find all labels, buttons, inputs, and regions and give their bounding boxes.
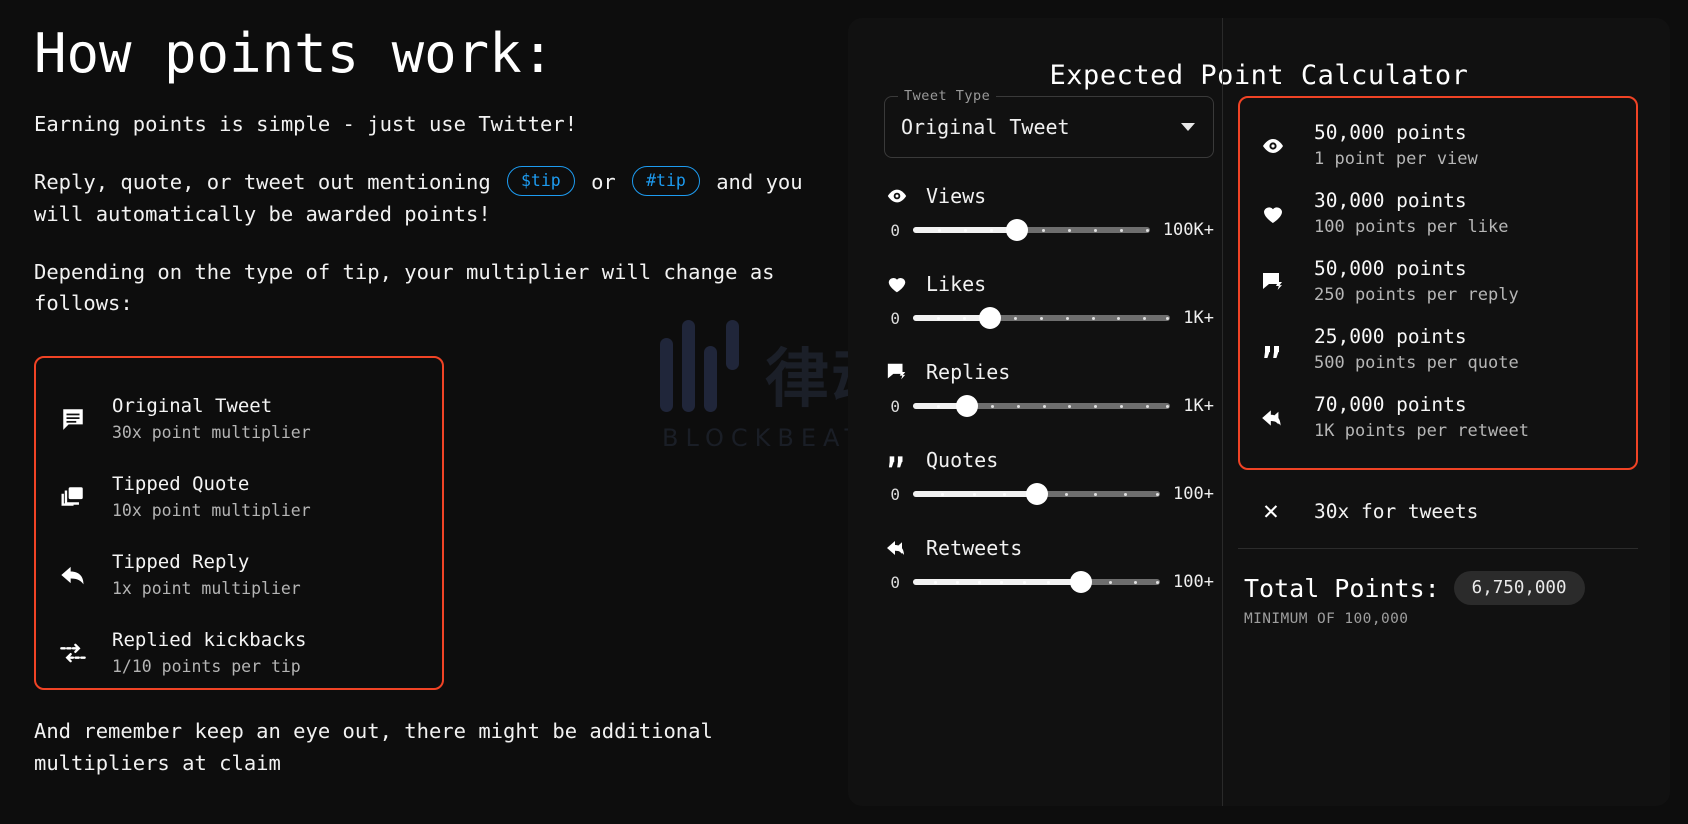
multiplier-row-tipped-quote: Tipped Quote 10x point multiplier <box>56 458 424 536</box>
multiplier-title: Original Tweet <box>112 394 273 417</box>
multiplier-subtitle: 1/10 points per tip <box>112 657 301 677</box>
calculator-panel: Expected Point Calculator Tweet Type Ori… <box>848 18 1670 806</box>
results-column: 50,000 points 1 point per view 30,000 po… <box>1238 96 1638 627</box>
slider-thumb[interactable] <box>1069 571 1092 593</box>
multiplier-subtitle: 1x point multiplier <box>112 579 301 599</box>
slider-min-value: 0 <box>890 572 900 592</box>
slider-track[interactable] <box>913 307 1171 329</box>
slider-max-value: 100+ <box>1173 484 1214 504</box>
multiplier-row-tipped-reply: Tipped Reply 1x point multiplier <box>56 536 424 614</box>
slider-views: Views 0 100K+ <box>884 184 1214 241</box>
slider-max-value: 100+ <box>1173 572 1214 592</box>
retweet-icon <box>1256 405 1290 431</box>
result-rate: 1 point per view <box>1314 149 1478 170</box>
eye-icon <box>884 185 910 207</box>
minimum-note: MINIMUM OF 100,000 <box>1244 611 1409 627</box>
slider-min-value: 0 <box>890 396 900 416</box>
tweet-type-value: Original Tweet <box>901 115 1070 139</box>
slider-min-value: 0 <box>890 484 900 504</box>
result-points: 50,000 points <box>1314 121 1467 145</box>
multiplier-intro-paragraph: Depending on the type of tip, your multi… <box>34 259 775 316</box>
slider-label: Likes <box>926 272 987 296</box>
retweet-icon <box>884 536 910 560</box>
sliders-column: Tweet Type Original Tweet Views 0 100K+ … <box>884 88 1214 624</box>
multiplier-card: Original Tweet 30x point multiplier Tipp… <box>34 356 444 690</box>
result-row-retweets: 70,000 points 1K points per retweet <box>1256 384 1622 452</box>
slider-retweets: Retweets 0 100+ <box>884 536 1214 593</box>
slider-track[interactable] <box>913 219 1150 241</box>
total-points-label: Total Points: <box>1244 573 1440 603</box>
result-points: 30,000 points <box>1314 189 1467 213</box>
reply-box-icon <box>1256 270 1290 294</box>
kickback-arrow-icon <box>56 639 90 667</box>
message-icon <box>56 406 90 432</box>
dollar-tip-chip[interactable]: $tip <box>507 166 575 197</box>
tweet-type-select[interactable]: Tweet Type Original Tweet <box>884 88 1214 158</box>
reply-arrow-icon <box>56 561 90 589</box>
app-root: 律动 BLOCKBEATS How points work: Earning p… <box>0 0 1688 824</box>
result-row-quotes: 25,000 points 500 points per quote <box>1256 316 1622 384</box>
slider-thumb[interactable] <box>1025 483 1048 505</box>
quote-icon <box>1256 338 1290 362</box>
multiplier-summary-text: 30x for tweets <box>1314 499 1479 523</box>
result-row-views: 50,000 points 1 point per view <box>1256 112 1622 180</box>
multiplier-title: Tipped Quote <box>112 472 250 495</box>
slider-replies: Replies 0 1K+ <box>884 360 1214 417</box>
result-rate: 500 points per quote <box>1314 353 1519 374</box>
slider-label: Quotes <box>926 448 999 472</box>
result-points: 70,000 points <box>1314 393 1467 417</box>
chevron-down-icon[interactable] <box>1181 123 1195 131</box>
slider-thumb[interactable] <box>979 307 1002 329</box>
slider-max-value: 1K+ <box>1183 396 1214 416</box>
slider-quotes: Quotes 0 100+ <box>884 448 1214 505</box>
slider-thumb[interactable] <box>1006 219 1029 241</box>
result-row-replies: 50,000 points 250 points per reply <box>1256 248 1622 316</box>
multiplier-row-original-tweet: Original Tweet 30x point multiplier <box>56 380 424 458</box>
slider-label: Views <box>926 184 987 208</box>
slider-min-value: 0 <box>890 308 900 328</box>
result-rate: 100 points per like <box>1314 217 1509 238</box>
result-rate: 250 points per reply <box>1314 285 1519 306</box>
slider-label: Retweets <box>926 536 1023 560</box>
result-row-likes: 30,000 points 100 points per like <box>1256 180 1622 248</box>
multiplier-row-replied-kickbacks: Replied kickbacks 1/10 points per tip <box>56 614 424 692</box>
eye-icon <box>1256 134 1290 158</box>
tip-instructions-paragraph: Reply, quote, or tweet out mentioning $t… <box>34 166 808 231</box>
slider-likes: Likes 0 1K+ <box>884 272 1214 329</box>
slider-track[interactable] <box>913 483 1161 505</box>
result-points: 50,000 points <box>1314 257 1467 281</box>
closing-paragraph: And remember keep an eye out, there migh… <box>34 719 713 775</box>
tip-text-before: Reply, quote, or tweet out mentioning <box>34 170 503 195</box>
tip-text-mid: or <box>578 170 629 195</box>
intro-paragraph: Earning points is simple - just use Twit… <box>34 112 578 137</box>
total-points-row: Total Points: 6,750,000 <box>1238 549 1638 605</box>
tweet-type-legend: Tweet Type <box>898 88 997 104</box>
slider-label: Replies <box>926 360 1011 384</box>
multiplier-title: Tipped Reply <box>112 550 250 573</box>
result-rate: 1K points per retweet <box>1314 421 1529 442</box>
copy-stack-icon <box>56 484 90 510</box>
multiplier-title: Replied kickbacks <box>112 628 307 651</box>
page-title: How points work: <box>34 22 555 85</box>
slider-track[interactable] <box>913 571 1161 593</box>
result-points: 25,000 points <box>1314 325 1467 349</box>
slider-max-value: 1K+ <box>1183 308 1214 328</box>
total-points-value: 6,750,000 <box>1453 571 1585 605</box>
slider-max-value: 100K+ <box>1162 220 1214 240</box>
points-breakdown-card: 50,000 points 1 point per view 30,000 po… <box>1238 96 1638 470</box>
slider-track[interactable] <box>913 395 1171 417</box>
slider-min-value: 0 <box>890 220 900 240</box>
calculator-title: Expected Point Calculator <box>1049 60 1469 91</box>
multiply-icon: ✕ <box>1263 496 1279 526</box>
heart-icon <box>884 273 910 295</box>
hash-tip-chip[interactable]: #tip <box>632 166 700 197</box>
heart-icon <box>1256 202 1290 226</box>
multiplier-summary-row: ✕ 30x for tweets <box>1238 474 1638 549</box>
panel-divider <box>1222 18 1223 806</box>
reply-box-icon <box>884 361 910 383</box>
slider-thumb[interactable] <box>956 395 979 417</box>
quote-icon <box>884 449 910 471</box>
multiplier-subtitle: 30x point multiplier <box>112 423 311 443</box>
multiplier-subtitle: 10x point multiplier <box>112 501 311 521</box>
